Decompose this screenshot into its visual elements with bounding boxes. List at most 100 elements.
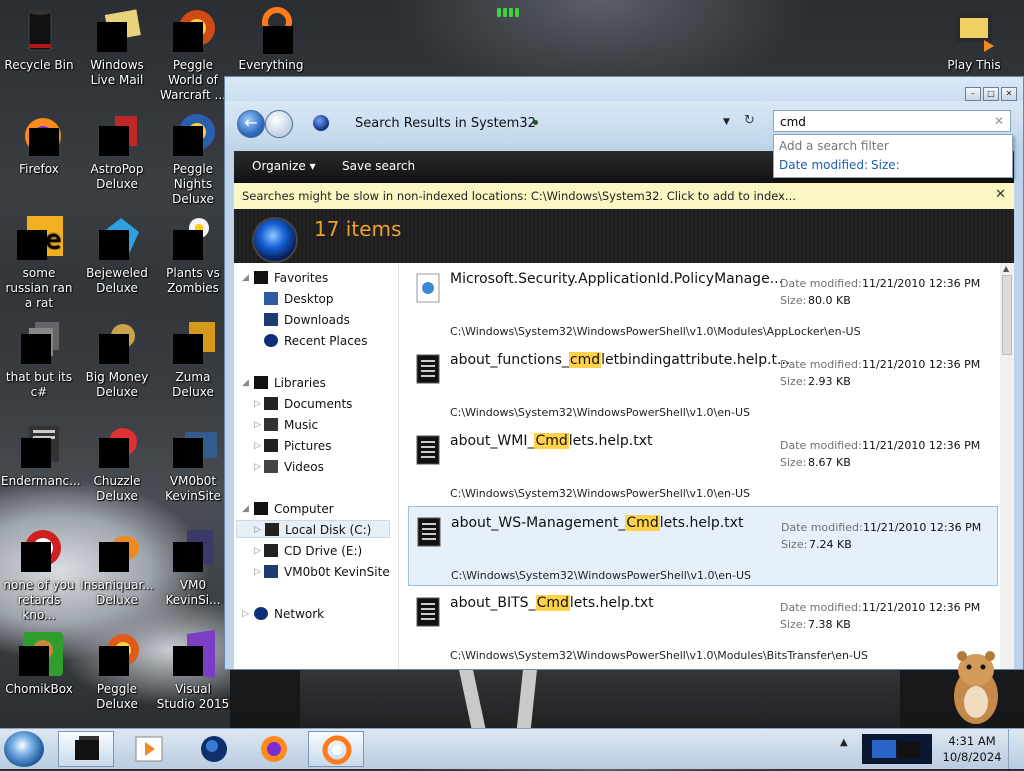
taskbar: ▲ 4:31 AM 10/8/2024 bbox=[0, 728, 1024, 769]
taskbar-media-player[interactable] bbox=[122, 731, 178, 767]
desktop-icon-vm-share[interactable]: VM0b0t KevinSite bbox=[155, 422, 231, 504]
hamster-gadget[interactable] bbox=[944, 646, 1008, 726]
minimize-icon[interactable]: – bbox=[965, 87, 981, 101]
tray-expand-icon[interactable]: ▲ bbox=[840, 737, 848, 748]
result-row[interactable]: about_WMI_Cmdlets.help.txt Date modified… bbox=[408, 425, 998, 505]
search-filter-popup: Add a search filter Date modified: Size: bbox=[773, 134, 1013, 178]
visual-studio-icon bbox=[169, 630, 217, 678]
clock[interactable]: 4:31 AM 10/8/2024 bbox=[940, 733, 1004, 765]
results-header: 17 items bbox=[234, 209, 1014, 263]
result-filename[interactable]: Microsoft.Security.ApplicationId.PolicyM… bbox=[450, 271, 783, 287]
taskbar-firefox[interactable] bbox=[246, 731, 302, 767]
address-dropdown-icon[interactable]: ▼ bbox=[723, 117, 730, 127]
recent-places-icon bbox=[264, 334, 278, 347]
desktop-icon-peggle-deluxe[interactable]: Peggle Deluxe bbox=[79, 630, 155, 712]
desktop-icon-recycle-bin[interactable]: Recycle Bin bbox=[1, 6, 77, 73]
info-bar[interactable]: Searches might be slow in non-indexed lo… bbox=[234, 183, 1014, 210]
svg-text:e: e bbox=[45, 225, 61, 255]
nav-music[interactable]: Music bbox=[264, 416, 318, 434]
nav-favorites[interactable]: Favorites bbox=[254, 269, 328, 287]
nav-pictures[interactable]: Pictures bbox=[264, 437, 332, 455]
taskbar-everything[interactable] bbox=[308, 731, 364, 767]
desktop-icon-label: none of you retards kno... bbox=[3, 578, 75, 622]
desktop-icon-label: some russian ran a rat bbox=[5, 266, 73, 310]
video-file-icon bbox=[950, 6, 998, 54]
desktop-icon-everything[interactable]: Everything bbox=[233, 6, 309, 73]
network-drive-icon bbox=[169, 422, 217, 470]
result-row[interactable]: about_BITS_Cmdlets.help.txt Date modifie… bbox=[408, 587, 998, 667]
desktop-icon-play-this[interactable]: Play This bbox=[936, 6, 1012, 73]
desktop-icon-label: Peggle World of Warcraft ... bbox=[160, 58, 226, 102]
clock-time: 4:31 AM bbox=[948, 734, 996, 748]
search-box[interactable]: ✕ bbox=[773, 110, 1011, 132]
desktop-icon-none-of-you[interactable]: none of you retards kno... bbox=[1, 526, 77, 623]
nav-recent-places[interactable]: Recent Places bbox=[264, 332, 367, 350]
explorer-window: –□✕ ← Search Results in System32 ▼ ↻ ✕ A… bbox=[224, 76, 1024, 670]
desktop-icon-peggle-nights[interactable]: Peggle Nights Deluxe bbox=[155, 110, 231, 207]
filter-size-link[interactable]: Size: bbox=[871, 158, 900, 172]
game-icon bbox=[93, 318, 141, 366]
desktop-icon-label: Zuma Deluxe bbox=[172, 370, 214, 399]
search-input[interactable] bbox=[778, 114, 982, 130]
scrollbar-thumb[interactable] bbox=[1002, 275, 1012, 355]
desktop-icon-firefox[interactable]: Firefox bbox=[1, 110, 77, 177]
result-filename[interactable]: about_functions_cmdletbindingattribute.h… bbox=[450, 352, 790, 368]
info-bar-text[interactable]: Searches might be slow in non-indexed lo… bbox=[242, 189, 796, 203]
desktop-icon-visual-studio[interactable]: Visual Studio 2015 bbox=[155, 630, 231, 712]
start-button[interactable] bbox=[4, 731, 44, 767]
taskbar-app-orb[interactable] bbox=[186, 731, 242, 767]
file-icon: e bbox=[15, 214, 63, 262]
result-row[interactable]: Microsoft.Security.ApplicationId.PolicyM… bbox=[408, 263, 998, 343]
nav-libraries[interactable]: Libraries bbox=[254, 374, 326, 392]
desktop-icon-plants-vs-zombies[interactable]: Plants vs Zombies bbox=[155, 214, 231, 296]
refresh-icon[interactable]: ↻ bbox=[744, 113, 755, 128]
chomikbox-icon bbox=[15, 630, 63, 678]
desktop-icon-insaniquarium[interactable]: Insaniquar... Deluxe bbox=[79, 526, 155, 608]
close-icon[interactable]: ✕ bbox=[1001, 87, 1017, 101]
filter-date-modified-link[interactable]: Date modified: bbox=[779, 158, 868, 172]
desktop-icon-chomikbox[interactable]: ChomikBox bbox=[1, 630, 77, 697]
result-filename[interactable]: about_WMI_Cmdlets.help.txt bbox=[450, 433, 652, 449]
save-search-button[interactable]: Save search bbox=[342, 159, 415, 173]
desktop-icon-that-but-its-csharp[interactable]: that but its c# bbox=[1, 318, 77, 400]
nav-videos[interactable]: Videos bbox=[264, 458, 324, 476]
back-button[interactable]: ← bbox=[237, 110, 265, 138]
desktop-icon-big-money[interactable]: Big Money Deluxe bbox=[79, 318, 155, 400]
system-tray[interactable] bbox=[858, 732, 938, 766]
nav-downloads[interactable]: Downloads bbox=[264, 311, 350, 329]
game-icon bbox=[93, 422, 141, 470]
desktop-icon-astropop[interactable]: AstroPop Deluxe bbox=[79, 110, 155, 192]
info-bar-close-icon[interactable]: ✕ bbox=[995, 187, 1006, 202]
result-filename[interactable]: about_BITS_Cmdlets.help.txt bbox=[450, 595, 654, 611]
nav-documents[interactable]: Documents bbox=[264, 395, 352, 413]
address-text[interactable]: Search Results in System32 bbox=[355, 116, 536, 131]
videos-icon bbox=[264, 460, 278, 473]
result-row-hovered[interactable]: about_WS-Management_Cmdlets.help.txt Dat… bbox=[408, 506, 998, 586]
date-modified-value: 11/21/2010 12:36 PM bbox=[862, 358, 981, 371]
forward-button[interactable] bbox=[265, 110, 293, 138]
desktop-icon-windows-live-mail[interactable]: Windows Live Mail bbox=[79, 6, 155, 88]
results-scrollbar[interactable]: ▲ bbox=[1000, 263, 1014, 669]
desktop-icon-vm0-kevinsite[interactable]: VM0 KevinSi... bbox=[155, 526, 231, 608]
clear-search-icon[interactable]: ✕ bbox=[994, 114, 1004, 128]
desktop-icon-bejeweled[interactable]: Bejeweled Deluxe bbox=[79, 214, 155, 296]
cd-drive-icon bbox=[264, 544, 278, 557]
result-row[interactable]: about_functions_cmdletbindingattribute.h… bbox=[408, 344, 998, 424]
result-path: C:\Windows\System32\WindowsPowerShell\v1… bbox=[451, 569, 751, 582]
desktop-icon-zuma[interactable]: Zuma Deluxe bbox=[155, 318, 231, 400]
desktop-icon-chuzzle[interactable]: Chuzzle Deluxe bbox=[79, 422, 155, 504]
nav-network-share[interactable]: VM0b0t KevinSite bbox=[264, 563, 390, 581]
nav-desktop[interactable]: Desktop bbox=[264, 290, 334, 308]
desktop-icon-peggle-wow[interactable]: Peggle World of Warcraft ... bbox=[155, 6, 231, 103]
maximize-icon[interactable]: □ bbox=[983, 87, 999, 101]
result-filename[interactable]: about_WS-Management_Cmdlets.help.txt bbox=[451, 515, 743, 531]
organize-button[interactable]: Organize ▾ bbox=[252, 159, 316, 173]
scroll-up-icon[interactable]: ▲ bbox=[1003, 264, 1009, 273]
nav-network[interactable]: Network bbox=[254, 605, 324, 623]
taskbar-explorer[interactable] bbox=[58, 731, 114, 767]
nav-computer[interactable]: Computer bbox=[254, 500, 334, 518]
nav-cd-drive[interactable]: CD Drive (E:) bbox=[264, 542, 362, 560]
desktop-icon-endermanc[interactable]: Endermanc... bbox=[1, 422, 81, 489]
show-desktop-button[interactable] bbox=[1008, 729, 1024, 769]
desktop-icon-russian-rat[interactable]: e some russian ran a rat bbox=[1, 214, 77, 311]
